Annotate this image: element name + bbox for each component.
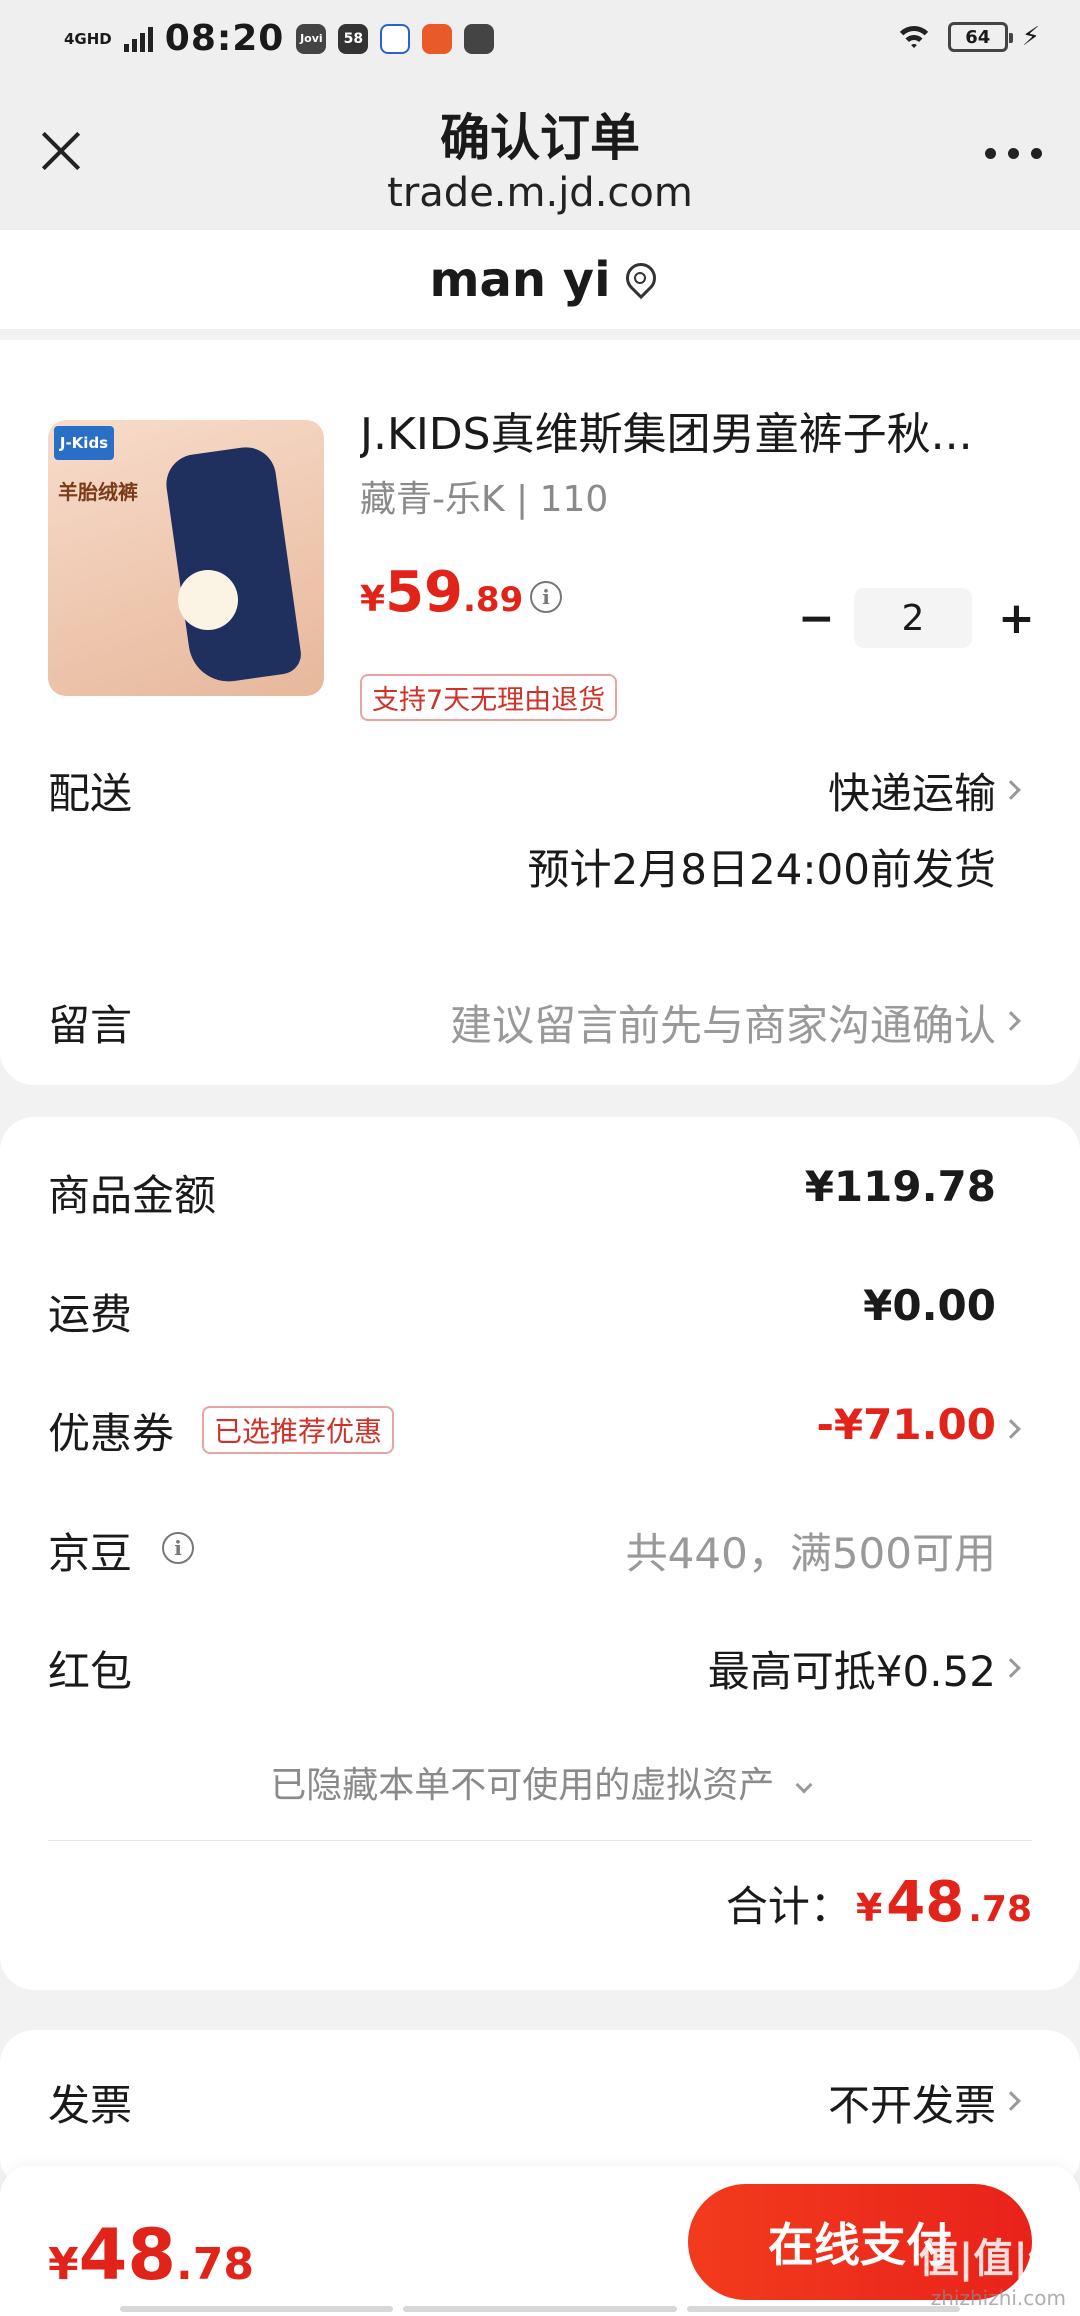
hidden-assets-toggle[interactable]: 已隐藏本单不可使用的虚拟资产 [0, 1756, 1080, 1808]
page-url: trade.m.jd.com [387, 170, 693, 216]
price-info-icon[interactable] [530, 581, 562, 613]
red-packet-value[interactable]: 最高可抵¥0.52 [708, 1638, 996, 1699]
quantity-input[interactable]: 2 [854, 588, 972, 648]
coupon-value[interactable]: -¥71.00 [816, 1400, 996, 1449]
page-title: 确认订单 [440, 109, 640, 167]
beans-info-icon[interactable] [162, 1532, 194, 1564]
signal-icon [123, 26, 153, 52]
return-policy-badge: 支持7天无理由退货 [360, 674, 618, 721]
delivery-estimate: 预计2月8日24:00前发货 [527, 845, 996, 894]
delivery-label: 配送 [48, 769, 133, 818]
red-packet-label: 红包 [48, 1647, 133, 1696]
hidden-assets-text: 已隐藏本单不可使用的虚拟资产 [270, 1765, 775, 1806]
watermark-logo: 值|值|值 [918, 2236, 1068, 2282]
address-bar[interactable]: man yi [0, 230, 1080, 330]
jd-beans-label: 京豆 [48, 1529, 133, 1578]
shopping-app-icon [422, 23, 453, 54]
product-spec[interactable]: 藏青-乐K | 110 [360, 470, 608, 522]
divider [48, 1840, 1032, 1841]
invoice-value[interactable]: 不开发票 [828, 2072, 996, 2133]
decrease-button[interactable]: − [798, 593, 835, 644]
more-options-button[interactable] [985, 148, 1042, 159]
battery-icon: 64 [947, 22, 1013, 52]
page-header: 确认订单 trade.m.jd.com [0, 80, 1080, 230]
jd-beans-value: 共440，满500可用 [625, 1529, 996, 1578]
status-time: 08:20 [164, 18, 285, 59]
coupon-label: 优惠券 [48, 1409, 175, 1458]
shipping-value: ¥0.00 [863, 1281, 996, 1330]
video-app-icon [464, 23, 495, 54]
baidu-icon [380, 23, 411, 54]
total-amount: 48 [886, 1870, 965, 1935]
app-58-icon: 58 [338, 23, 369, 54]
checkout-bar: ¥48.78 在线支付 值|值|值 zhizhizhi.com [0, 2166, 1080, 2316]
pants-graphic [162, 443, 304, 687]
recipient-name: man yi [429, 251, 611, 308]
order-total: 合计： ¥ 48 .78 [725, 1870, 1032, 1935]
brand-logo: J-Kids [54, 426, 114, 460]
goods-amount-value: ¥119.78 [804, 1162, 996, 1211]
coupon-badge: 已选推荐优惠 [202, 1406, 395, 1454]
total-label: 合计： [725, 1882, 852, 1931]
chevron-down-icon [795, 1776, 813, 1794]
wifi-icon [893, 22, 934, 52]
location-pin-icon [625, 263, 651, 297]
image-tag-text: 羊胎绒裤 [58, 480, 138, 504]
invoice-label: 发票 [48, 2081, 133, 2130]
product-price: ¥59.89 [360, 560, 524, 625]
home-indicator [120, 2306, 960, 2312]
checkout-total: ¥48.78 [48, 2214, 254, 2296]
product-image[interactable]: J-Kids 羊胎绒裤 [48, 420, 324, 696]
increase-button[interactable]: + [998, 593, 1035, 644]
charging-icon: ⚡ [1021, 22, 1040, 52]
message-label: 留言 [48, 1001, 133, 1050]
fleece-graphic [178, 570, 238, 630]
battery-level: 64 [965, 26, 991, 48]
network-indicator: 4GHD [64, 29, 112, 48]
status-bar: 4GHD 08:20 Jovi 58 64 ⚡ [0, 0, 1080, 80]
delivery-method[interactable]: 快递运输 [828, 760, 996, 821]
jovi-icon: Jovi [296, 23, 327, 54]
shipping-label: 运费 [48, 1290, 133, 1339]
quantity-stepper: − 2 + [798, 588, 1035, 648]
product-name[interactable]: J.KIDS真维斯集团男童裤子秋... [360, 398, 1020, 462]
message-field[interactable]: 建议留言前先与商家沟通确认 [450, 992, 996, 1053]
goods-amount-label: 商品金额 [48, 1171, 217, 1220]
